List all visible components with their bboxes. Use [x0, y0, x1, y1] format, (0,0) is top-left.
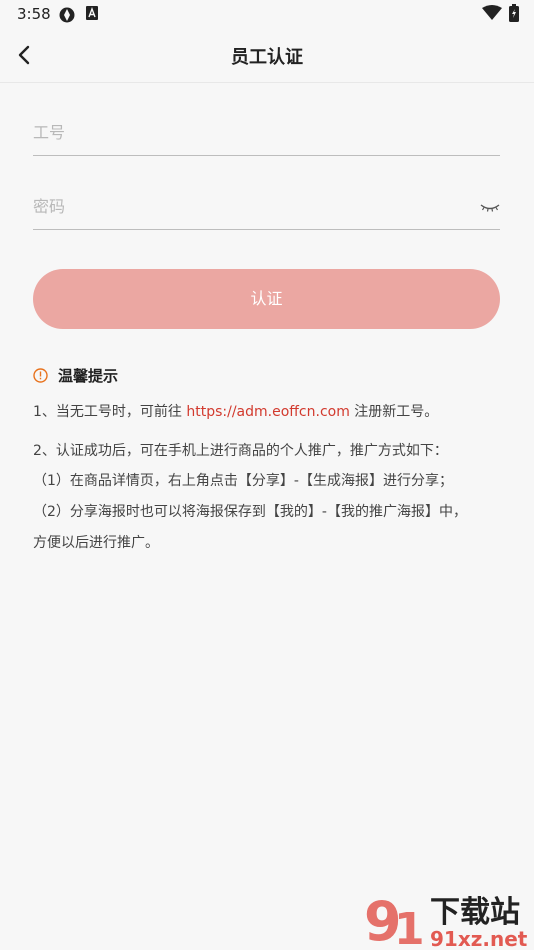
tip-line-5: 方便以后进行推广。	[33, 535, 159, 551]
svg-text:1: 1	[394, 904, 425, 950]
password-field-wrapper	[33, 189, 500, 230]
watermark-bottom-text: 91xz.net	[430, 927, 528, 950]
registration-link[interactable]: https://adm.eoffcn.com	[186, 404, 349, 420]
tip-line-1-prefix: 1、当无工号时，可前往	[33, 404, 187, 420]
password-input[interactable]	[33, 197, 453, 216]
tip-line-3: （1）在商品详情页，右上角点击【分享】-【生成海报】进行分享；	[33, 473, 453, 489]
warning-icon	[33, 367, 48, 383]
verify-button[interactable]: 认证	[33, 269, 500, 329]
tip-line-1: 1、当无工号时，可前往 https://adm.eoffcn.com 注册新工号…	[33, 402, 438, 422]
status-time: 3:58	[17, 5, 51, 23]
status-bar: 3:58	[0, 0, 534, 28]
employee-id-input[interactable]	[33, 123, 453, 142]
page-title: 员工认证	[231, 47, 303, 68]
tips-title: 温馨提示	[58, 366, 119, 385]
employee-id-field-wrapper	[33, 115, 500, 156]
watermark-logo: 9 1 下载站 91xz.net	[364, 890, 528, 950]
app-header: 员工认证	[0, 28, 534, 83]
battery-icon	[509, 4, 519, 22]
tip-line-4: （2）分享海报时也可以将海报保存到【我的】-【我的推广海报】中，	[33, 504, 467, 520]
notification-a-icon	[86, 6, 98, 20]
eye-closed-icon[interactable]	[480, 203, 500, 213]
watermark-top-text: 下载站	[430, 895, 520, 930]
tip-line-1-suffix: 注册新工号。	[349, 404, 439, 420]
tip-line-2: 2、认证成功后，可在手机上进行商品的个人推广，推广方式如下：	[33, 443, 448, 459]
tips-header: 温馨提示	[33, 364, 503, 386]
aperture-icon	[59, 7, 75, 23]
tips-section: 温馨提示 1、当无工号时，可前往 https://adm.eoffcn.com …	[33, 364, 503, 552]
wifi-icon	[482, 5, 502, 20]
